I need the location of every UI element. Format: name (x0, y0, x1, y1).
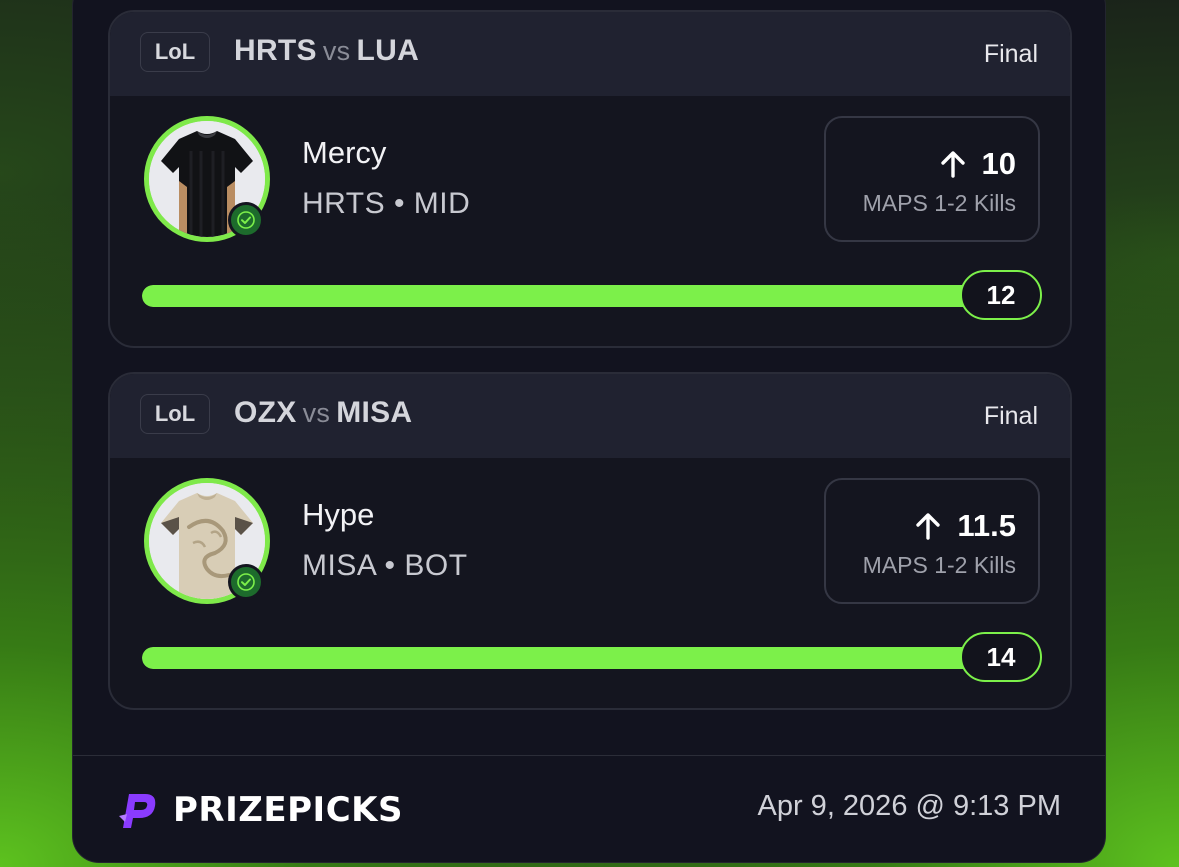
projection-box: 10 MAPS 1-2 Kills (824, 116, 1040, 242)
entry-timestamp: Apr 9, 2026 @ 9:13 PM (757, 790, 1062, 822)
up-arrow-icon (940, 151, 965, 178)
league-badge: LoL (140, 32, 210, 72)
pick-card[interactable]: LoL OZX vs MISA Final Hype MISA • BOT 11… (108, 372, 1072, 710)
stat-type: MAPS 1-2 Kills (862, 190, 1016, 216)
league-badge: LoL (140, 394, 210, 434)
team-a: OZX (234, 396, 297, 429)
matchup: HRTS vs LUA (234, 34, 419, 68)
player-team-position: HRTS • MID (302, 187, 471, 220)
team-b: MISA (336, 396, 413, 429)
vs-label: vs (302, 398, 331, 428)
stat-type: MAPS 1-2 Kills (862, 552, 1016, 578)
result-badge: 12 (960, 270, 1042, 320)
team-b: LUA (356, 34, 420, 67)
prizepicks-logo-icon (119, 794, 156, 828)
card-header: LoL HRTS vs LUA Final (110, 12, 1070, 96)
entry-panel: LoL HRTS vs LUA Final Mercy HRTS • MID 1… (73, 0, 1105, 862)
projection-line: 11.5 (957, 508, 1016, 543)
matchup: OZX vs MISA (234, 396, 412, 430)
player-name: Mercy (302, 135, 387, 170)
check-icon (228, 202, 264, 238)
game-status: Final (983, 402, 1038, 430)
player-name: Hype (302, 497, 375, 532)
up-arrow-icon (916, 513, 941, 540)
progress-track (142, 647, 1022, 669)
pick-card[interactable]: LoL HRTS vs LUA Final Mercy HRTS • MID 1… (108, 10, 1072, 348)
game-status: Final (983, 40, 1038, 68)
progress-track (142, 285, 1022, 307)
check-icon (228, 564, 264, 600)
player-team-position: MISA • BOT (302, 549, 468, 582)
brand-logo: PRIZEPICKS (117, 788, 403, 832)
progress-fill (142, 285, 1022, 307)
team-a: HRTS (234, 34, 317, 67)
brand-name: PRIZEPICKS (173, 790, 403, 830)
vs-label: vs (322, 36, 351, 66)
progress-fill (142, 647, 1022, 669)
projection-box: 11.5 MAPS 1-2 Kills (824, 478, 1040, 604)
footer-divider (73, 755, 1105, 756)
result-badge: 14 (960, 632, 1042, 682)
projection-line: 10 (981, 146, 1016, 181)
card-header: LoL OZX vs MISA Final (110, 374, 1070, 458)
